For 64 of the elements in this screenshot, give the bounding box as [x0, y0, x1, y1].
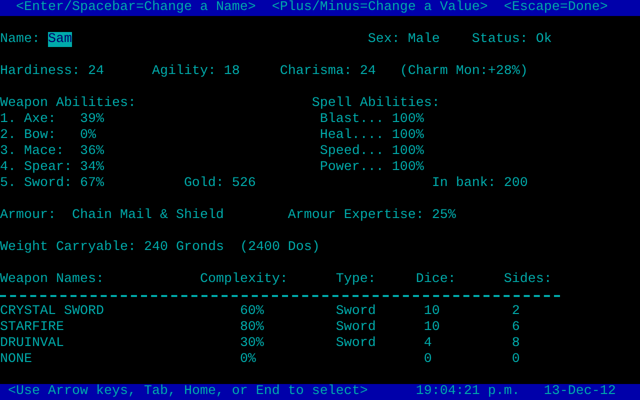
- ability-label: 4. Spear:: [0, 160, 72, 175]
- date-text: 13-Dec-12: [544, 384, 616, 399]
- table-cell: 6: [512, 320, 520, 335]
- key-hint: <Plus/Minus=Change a Value>: [272, 0, 488, 15]
- spell-value: 100%: [392, 144, 424, 159]
- spell-label: Heal....: [320, 128, 384, 143]
- table-cell: DRUINVAL: [0, 336, 64, 351]
- column-header: Dice:: [416, 272, 456, 287]
- ability-value: 67%: [80, 176, 104, 191]
- table-cell: Sword: [336, 320, 376, 335]
- table-cell: 4: [424, 336, 432, 351]
- table-cell: CRYSTAL SWORD: [0, 304, 104, 319]
- table-cell: NONE: [0, 352, 32, 367]
- status-text: Status: Ok: [472, 32, 552, 47]
- table-cell: 60%: [240, 304, 264, 319]
- table-cell: 0%: [240, 352, 256, 367]
- table-cell: 2: [512, 304, 520, 319]
- ability-value: 0%: [80, 128, 96, 143]
- spell-value: 100%: [392, 160, 424, 175]
- field-label: Name:: [0, 32, 40, 47]
- money-text: Gold: 526: [184, 176, 256, 191]
- table-cell: 10: [424, 320, 440, 335]
- expertise-text: Armour Expertise: 25%: [288, 208, 456, 223]
- ability-value: 34%: [80, 160, 104, 175]
- ability-label: 2. Bow:: [0, 128, 56, 143]
- column-header: Weapon Names:: [0, 272, 104, 287]
- attribute-text: Hardiness: 24: [0, 64, 104, 79]
- table-cell: STARFIRE: [0, 320, 64, 335]
- attribute-text: Agility: 18: [152, 64, 240, 79]
- armour-value: Chain Mail & Shield: [72, 208, 224, 223]
- spell-label: Blast...: [320, 112, 384, 127]
- ability-label: 5. Sword:: [0, 176, 72, 191]
- ability-value: 36%: [80, 144, 104, 159]
- ability-value: 39%: [80, 112, 104, 127]
- column-header: Sides:: [504, 272, 552, 287]
- table-cell: 0: [424, 352, 432, 367]
- section-heading: Weapon Abilities:: [0, 96, 136, 111]
- attribute-text: Charisma: 24: [280, 64, 376, 79]
- table-cell: 10: [424, 304, 440, 319]
- key-hint: <Enter/Spacebar=Change a Name>: [16, 0, 256, 15]
- bank-text: In bank: 200: [432, 176, 528, 191]
- spell-value: 100%: [392, 128, 424, 143]
- ability-label: 3. Mace:: [0, 144, 64, 159]
- table-cell: 80%: [240, 320, 264, 335]
- hint-text: <Use Arrow keys, Tab, Home, or End to select>: [8, 384, 368, 399]
- table-cell: 8: [512, 336, 520, 351]
- weight-text: Weight Carryable: 240 Gronds (2400 Dos): [0, 240, 320, 255]
- table-cell: Sword: [336, 336, 376, 351]
- key-hint: <Escape=Done>: [504, 0, 608, 15]
- sex-text: Sex: Male: [368, 32, 440, 47]
- ability-label: 1. Axe:: [0, 112, 56, 127]
- table-cell: Sword: [336, 304, 376, 319]
- time-text: 19:04:21 p.m.: [416, 384, 520, 399]
- spell-label: Power...: [320, 160, 384, 175]
- column-header: Type:: [336, 272, 376, 287]
- table-cell: 0: [512, 352, 520, 367]
- section-heading: Spell Abilities:: [312, 96, 440, 111]
- column-header: Complexity:: [200, 272, 288, 287]
- attribute-text: (Charm Mon:+28%): [400, 64, 528, 79]
- spell-value: 100%: [392, 112, 424, 127]
- name-field[interactable]: Sam: [48, 32, 72, 47]
- table-cell: 30%: [240, 336, 264, 351]
- spell-label: Speed...: [320, 144, 384, 159]
- field-label: Armour:: [0, 208, 56, 223]
